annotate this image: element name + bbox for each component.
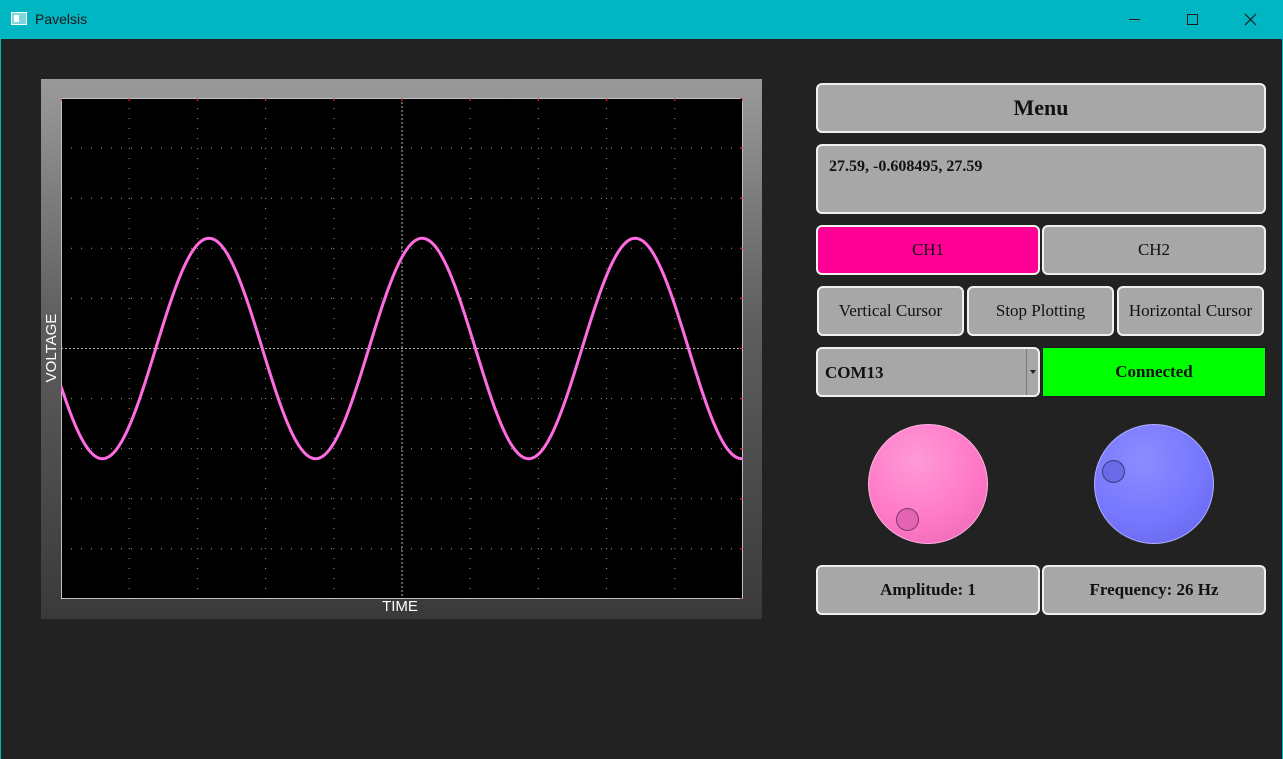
oscilloscope-plot[interactable] xyxy=(61,98,743,599)
minimize-button[interactable] xyxy=(1105,0,1163,39)
maximize-icon xyxy=(1186,14,1198,25)
close-icon xyxy=(1244,13,1256,26)
port-select[interactable]: COM13 xyxy=(816,347,1040,397)
connection-status: Connected xyxy=(1042,347,1266,397)
amplitude-knob-indicator xyxy=(896,508,919,531)
y-axis-label: VOLTAGE xyxy=(43,313,60,383)
ch1-button[interactable]: CH1 xyxy=(816,225,1040,275)
frequency-label: Frequency: 26 Hz xyxy=(1042,565,1266,615)
chevron-down-icon xyxy=(1029,370,1036,374)
x-axis-label: TIME xyxy=(382,598,418,615)
app-window-icon xyxy=(11,12,27,25)
window-title: Pavelsis xyxy=(35,11,88,27)
amplitude-label: Amplitude: 1 xyxy=(816,565,1040,615)
stop-plotting-button[interactable]: Stop Plotting xyxy=(967,286,1114,336)
minimize-icon xyxy=(1128,19,1140,20)
horizontal-cursor-button[interactable]: Horizontal Cursor xyxy=(1117,286,1264,336)
menu-button[interactable]: Menu xyxy=(816,83,1266,133)
amplitude-knob[interactable] xyxy=(868,424,988,544)
title-bar: Pavelsis xyxy=(0,0,1283,39)
window-border-left xyxy=(0,39,1,759)
port-select-dropdown[interactable] xyxy=(1026,349,1038,395)
frequency-knob-indicator xyxy=(1102,460,1125,483)
close-button[interactable] xyxy=(1221,0,1279,39)
vertical-cursor-button[interactable]: Vertical Cursor xyxy=(817,286,964,336)
cursor-readout: 27.59, -0.608495, 27.59 xyxy=(816,144,1266,214)
frequency-knob[interactable] xyxy=(1094,424,1214,544)
ch2-button[interactable]: CH2 xyxy=(1042,225,1266,275)
maximize-button[interactable] xyxy=(1163,0,1221,39)
port-select-value: COM13 xyxy=(825,363,884,382)
